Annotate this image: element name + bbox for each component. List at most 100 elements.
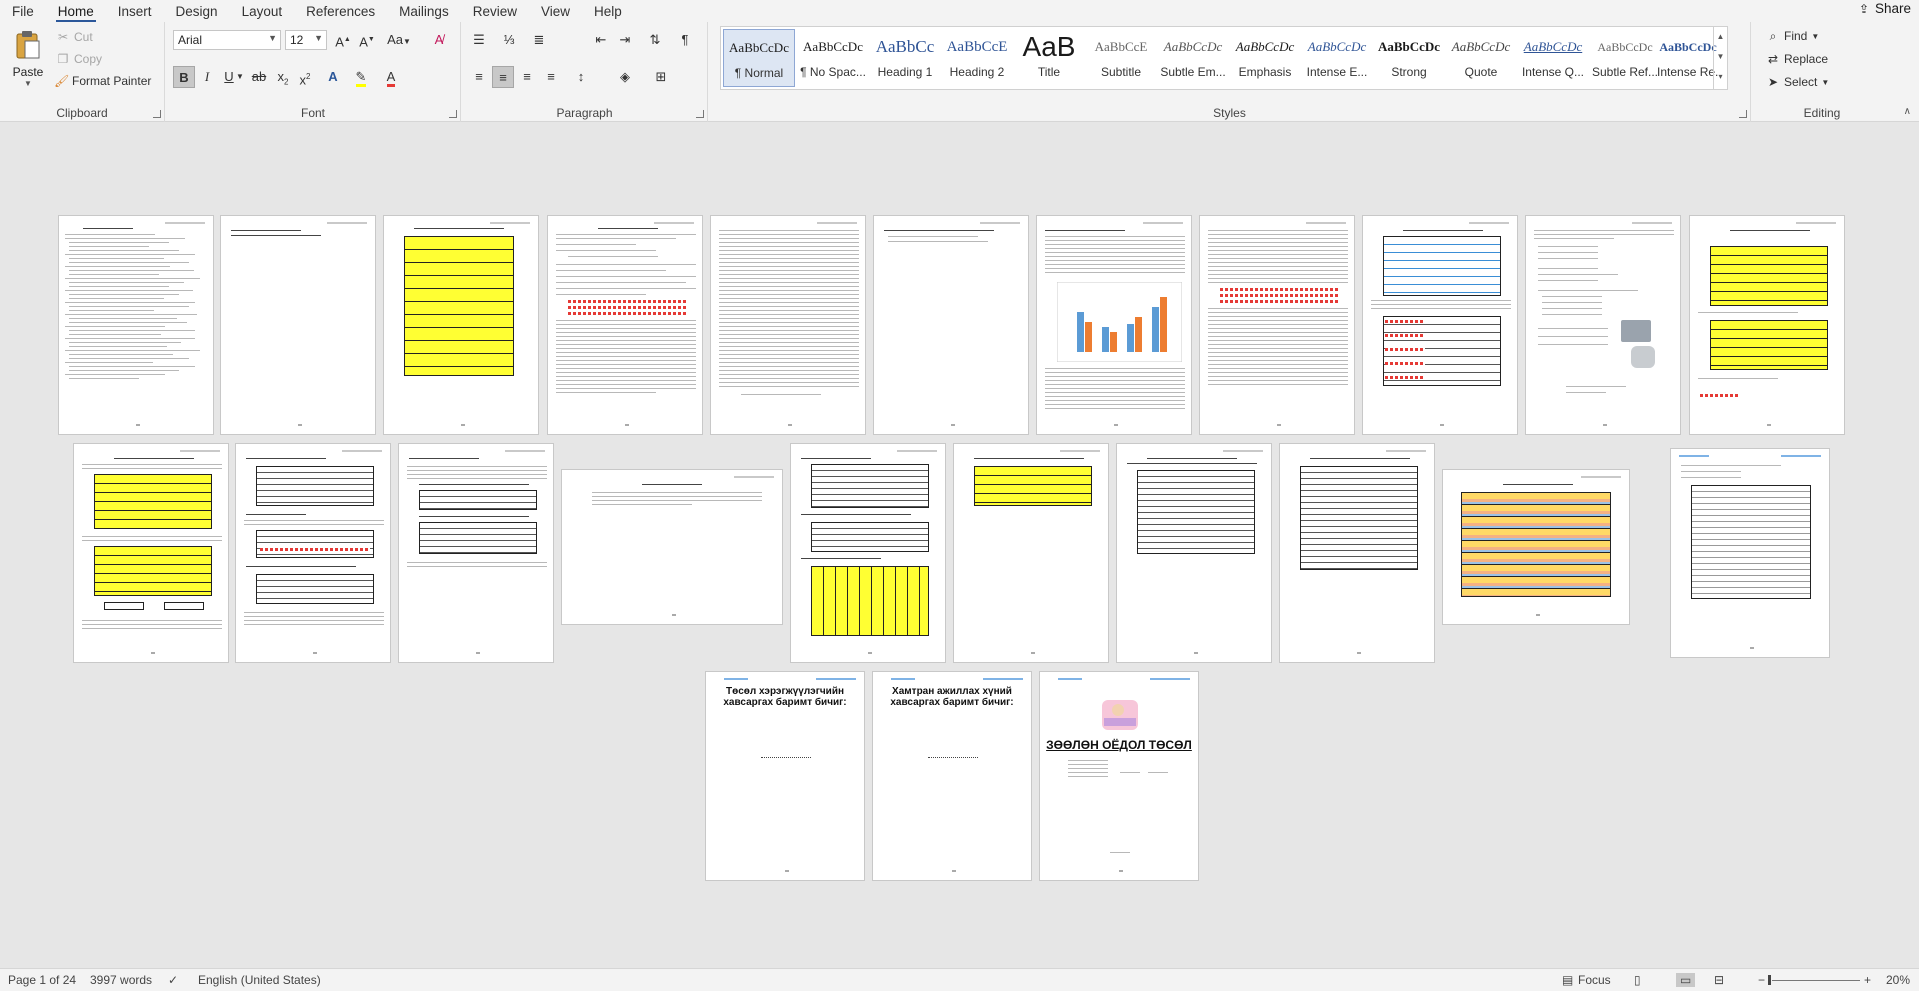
style-emphasis[interactable]: AaBbCcDc Emphasis <box>1229 29 1301 87</box>
document-page[interactable] <box>547 215 703 435</box>
tab-file[interactable]: File <box>0 4 46 22</box>
style-normal[interactable]: AaBbCcDc ¶ Normal <box>723 29 795 87</box>
document-page[interactable] <box>1442 469 1630 625</box>
document-page[interactable] <box>383 215 539 435</box>
page-count[interactable]: Page 1 of 24 <box>8 973 76 987</box>
document-page[interactable] <box>1199 215 1355 435</box>
copy-button[interactable]: ❐ Copy <box>56 49 102 69</box>
subscript-icon[interactable]: x2 <box>272 66 294 88</box>
text-effects-icon[interactable]: A <box>322 66 344 88</box>
tab-mailings[interactable]: Mailings <box>387 4 461 22</box>
zoom-slider[interactable] <box>1772 980 1860 981</box>
collapse-ribbon-icon[interactable]: ∧ <box>1904 106 1911 117</box>
document-page[interactable] <box>220 215 376 435</box>
chevron-up-icon[interactable]: ▲ <box>1714 27 1727 47</box>
chevron-down-icon[interactable]: ▼ <box>1714 47 1727 67</box>
style-heading-1[interactable]: AaBbCc Heading 1 <box>869 29 941 87</box>
document-page[interactable] <box>873 215 1029 435</box>
document-page[interactable] <box>58 215 214 435</box>
document-page[interactable] <box>1525 215 1681 435</box>
borders-icon[interactable]: ⊞ <box>650 66 672 88</box>
document-area[interactable]: Төсөл хэрэгжүүлэгчийн хавсаргах баримт б… <box>0 123 1919 968</box>
chevron-down-icon[interactable]: ▼ <box>234 66 246 88</box>
document-page[interactable] <box>1036 215 1192 435</box>
document-page[interactable] <box>790 443 946 663</box>
document-page[interactable] <box>1279 443 1435 663</box>
format-painter-button[interactable]: 🖌 Format Painter <box>54 71 151 91</box>
document-page[interactable] <box>953 443 1109 663</box>
print-layout-icon[interactable]: ▭ <box>1676 973 1696 987</box>
bullets-icon[interactable]: ☰ <box>468 29 490 51</box>
bold-icon[interactable]: B <box>173 66 195 88</box>
select-button[interactable]: ➤ Select ▼ <box>1766 72 1829 92</box>
tab-design[interactable]: Design <box>164 4 230 22</box>
chevron-down-icon[interactable]: ▼ <box>10 79 46 88</box>
align-left-icon[interactable]: ≡ <box>468 66 490 88</box>
document-page[interactable]: Төсөл хэрэгжүүлэгчийн хавсаргах баримт б… <box>705 671 865 881</box>
align-right-icon[interactable]: ≡ <box>516 66 538 88</box>
style-heading-2[interactable]: AaBbCcE Heading 2 <box>941 29 1013 87</box>
style-no-spacing[interactable]: AaBbCcDc ¶ No Spac... <box>797 29 869 87</box>
paste-button[interactable]: Paste ▼ <box>10 30 46 90</box>
sort-icon[interactable]: ⇅ <box>644 29 666 51</box>
decrease-indent-icon[interactable]: ⇤ <box>590 29 612 51</box>
language-indicator[interactable]: English (United States) <box>198 973 321 987</box>
shrink-font-icon[interactable]: A▼ <box>356 29 378 51</box>
grow-font-icon[interactable]: A▲ <box>332 29 354 51</box>
document-page[interactable] <box>710 215 866 435</box>
style-intense-quote[interactable]: AaBbCcDc Intense Q... <box>1517 29 1589 87</box>
document-page[interactable] <box>1689 215 1845 435</box>
justify-icon[interactable]: ≡ <box>540 66 562 88</box>
style-strong[interactable]: AaBbCcDc Strong <box>1373 29 1445 87</box>
read-mode-icon[interactable]: ▯ <box>1634 973 1641 987</box>
style-intense-reference[interactable]: AaBbCcDc Intense Re... <box>1657 29 1719 87</box>
font-family-combo[interactable]: Arial ▼ <box>173 30 281 50</box>
word-count[interactable]: 3997 words <box>90 973 152 987</box>
clipboard-launcher-icon[interactable] <box>153 110 161 118</box>
document-page[interactable] <box>398 443 554 663</box>
font-color-icon[interactable]: A <box>380 66 402 88</box>
paragraph-launcher-icon[interactable] <box>696 110 704 118</box>
focus-mode-button[interactable]: Focus <box>1578 973 1611 987</box>
numbering-icon[interactable]: ⅓ <box>498 29 520 51</box>
styles-launcher-icon[interactable] <box>1739 110 1747 118</box>
zoom-in-icon[interactable]: + <box>1864 973 1871 987</box>
font-size-combo[interactable]: 12 ▼ <box>285 30 327 50</box>
zoom-slider-handle[interactable] <box>1768 975 1771 985</box>
highlight-icon[interactable]: ✎ <box>350 66 372 88</box>
tab-layout[interactable]: Layout <box>230 4 295 22</box>
tab-review[interactable]: Review <box>461 4 529 22</box>
style-intense-emphasis[interactable]: AaBbCcDc Intense E... <box>1301 29 1373 87</box>
increase-indent-icon[interactable]: ⇥ <box>614 29 636 51</box>
more-styles-icon[interactable]: ▾ <box>1714 67 1727 87</box>
style-subtle-emphasis[interactable]: AaBbCcDc Subtle Em... <box>1157 29 1229 87</box>
document-page[interactable] <box>561 469 783 625</box>
multilevel-list-icon[interactable]: ≣ <box>528 29 550 51</box>
share-button[interactable]: ⇪ Share <box>1857 1 1911 16</box>
style-quote[interactable]: AaBbCcDc Quote <box>1445 29 1517 87</box>
web-layout-icon[interactable]: ⊟ <box>1714 973 1724 987</box>
document-page[interactable]: ЗӨӨЛӨН ОЁДОЛ ТӨСӨЛ <box>1039 671 1199 881</box>
find-button[interactable]: ⌕ Find ▼ <box>1766 26 1820 46</box>
font-launcher-icon[interactable] <box>449 110 457 118</box>
document-page[interactable] <box>73 443 229 663</box>
zoom-out-icon[interactable]: − <box>1758 973 1765 987</box>
cut-button[interactable]: ✂ Cut <box>56 27 93 47</box>
shading-icon[interactable]: ◈ <box>614 66 636 88</box>
strikethrough-icon[interactable]: ab <box>248 66 270 88</box>
line-spacing-icon[interactable]: ↕ <box>570 66 592 88</box>
style-title[interactable]: AaB Title <box>1013 29 1085 87</box>
style-subtle-reference[interactable]: AaBbCcDc Subtle Ref... <box>1589 29 1661 87</box>
show-formatting-icon[interactable]: ¶ <box>674 29 696 51</box>
tab-references[interactable]: References <box>294 4 387 22</box>
tab-home[interactable]: Home <box>46 4 106 22</box>
tab-help[interactable]: Help <box>582 4 634 22</box>
tab-insert[interactable]: Insert <box>106 4 164 22</box>
clear-formatting-icon[interactable]: A̸ <box>428 29 450 51</box>
replace-button[interactable]: ⇄ Replace <box>1766 49 1828 69</box>
zoom-level[interactable]: 20% <box>1886 973 1910 987</box>
proofing-icon[interactable]: ✓ <box>168 973 178 987</box>
tab-view[interactable]: View <box>529 4 582 22</box>
change-case-button[interactable]: Aa▼ <box>384 29 414 51</box>
align-center-icon[interactable]: ≡ <box>492 66 514 88</box>
